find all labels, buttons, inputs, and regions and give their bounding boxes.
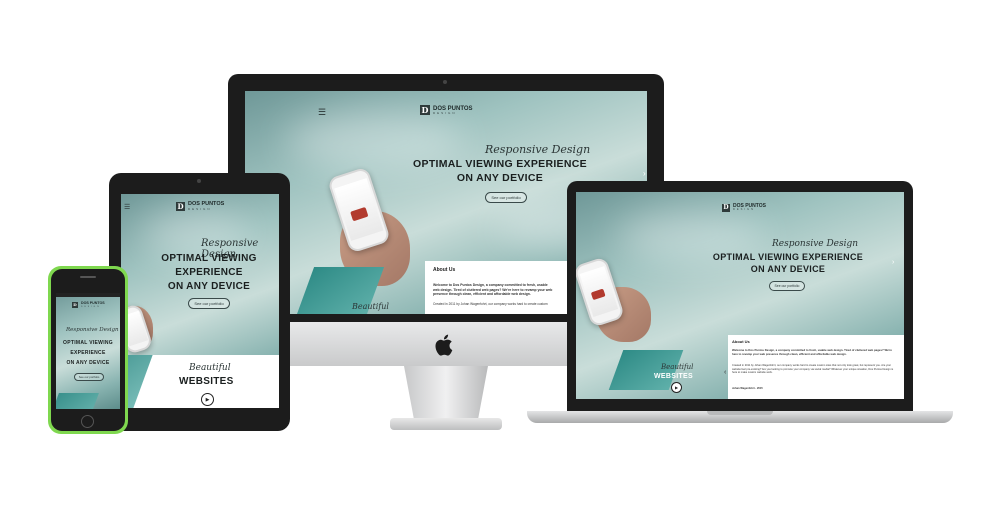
logo[interactable]: D DOS PUNTOS DESIGN	[420, 105, 473, 115]
hero-headline-2: ON ANY DEVICE	[750, 264, 826, 274]
portfolio-button[interactable]: See our portfolio	[74, 373, 104, 381]
about-bold-text: Welcome to Dos Puntos Design, a company …	[433, 283, 553, 297]
laptop-screen: D DOS PUNTOS DESIGN Responsive Design OP…	[576, 192, 904, 399]
hamburger-menu-icon[interactable]: ☰	[124, 203, 130, 211]
chevron-right-icon[interactable]: ›	[892, 259, 894, 266]
logo[interactable]: D DOS PUNTOS DESIGN	[722, 204, 766, 212]
hero-script: Responsive Design	[485, 143, 591, 156]
signature: Johan Wagenfohrt - 2015	[732, 387, 763, 390]
home-button[interactable]	[81, 415, 94, 428]
beautiful-script: Beautiful	[661, 363, 694, 371]
play-icon[interactable]: ▶	[671, 382, 682, 393]
hero-headline-3: ON ANY DEVICE	[66, 360, 110, 366]
teal-card	[56, 393, 99, 409]
laptop-notch	[707, 411, 773, 415]
iphone-screen: D DOS PUNTOS DESIGN Responsive Design OP…	[56, 293, 120, 409]
logo-sub: DESIGN	[433, 110, 457, 115]
hero-headline-1: OPTIMAL VIEWING EXPERIENCE	[712, 252, 864, 262]
beautiful-script: Beautiful	[352, 302, 389, 311]
laptop: D DOS PUNTOS DESIGN Responsive Design OP…	[527, 181, 953, 425]
chevron-left-icon[interactable]: ‹	[724, 369, 726, 376]
hero-headline-2: EXPERIENCE	[70, 350, 106, 356]
portfolio-button[interactable]: See our portfolio	[485, 192, 527, 203]
hero-headline-1: OPTIMAL VIEWING EXPERIENCE	[413, 158, 587, 170]
hero-script: Responsive Design	[66, 327, 119, 333]
portfolio-button[interactable]: See our portfolio	[188, 298, 230, 309]
portfolio-button[interactable]: See our portfolio	[769, 281, 805, 291]
websites-caps: WEBSITES	[179, 376, 234, 387]
hero-headline-3: ON ANY DEVICE	[167, 281, 251, 292]
status-bar	[56, 293, 120, 297]
imac-stand	[390, 366, 502, 432]
ipad: ☰ D DOS PUNTOS DESIGN Responsive Design …	[109, 173, 290, 431]
hero-headline-1: OPTIMAL VIEWING	[63, 340, 113, 346]
hero-script: Responsive Design	[772, 239, 859, 249]
logo[interactable]: D DOS PUNTOS DESIGN	[72, 302, 105, 308]
phone-in-hand-image	[326, 166, 392, 254]
about-text: Created in 2011 by Johan Wagenfohrt, our…	[732, 364, 894, 374]
about-panel: About Us Welcome to Dos Puntos Design, a…	[728, 335, 904, 399]
websites-panel: Beautiful WEBSITES ▶	[121, 355, 279, 408]
beautiful-script: Beautiful	[189, 363, 231, 373]
chevron-right-icon[interactable]: ›	[643, 169, 646, 178]
hero-headline-2: EXPERIENCE	[175, 267, 243, 278]
imac-camera	[443, 80, 447, 84]
about-bold-text: Welcome to Dos Puntos Design, a company …	[732, 348, 892, 356]
ipad-screen: ☰ D DOS PUNTOS DESIGN Responsive Design …	[121, 194, 279, 408]
hero-headline-1: OPTIMAL VIEWING	[161, 253, 257, 264]
about-title: About Us	[433, 267, 456, 273]
about-title: About Us	[732, 339, 750, 344]
logo-mark: D	[420, 105, 430, 115]
hamburger-menu-icon[interactable]: ☰	[318, 107, 326, 118]
iphone: D DOS PUNTOS DESIGN Responsive Design OP…	[48, 266, 128, 434]
websites-caps: WEBSITES	[654, 373, 693, 380]
play-icon[interactable]: ▶	[201, 393, 214, 406]
phone-speaker	[80, 276, 96, 278]
about-text: Created in 2011 by Johan Wagenfohrt, our…	[433, 302, 548, 306]
logo[interactable]: D DOS PUNTOS DESIGN	[176, 202, 224, 211]
apple-logo-icon	[434, 333, 456, 357]
